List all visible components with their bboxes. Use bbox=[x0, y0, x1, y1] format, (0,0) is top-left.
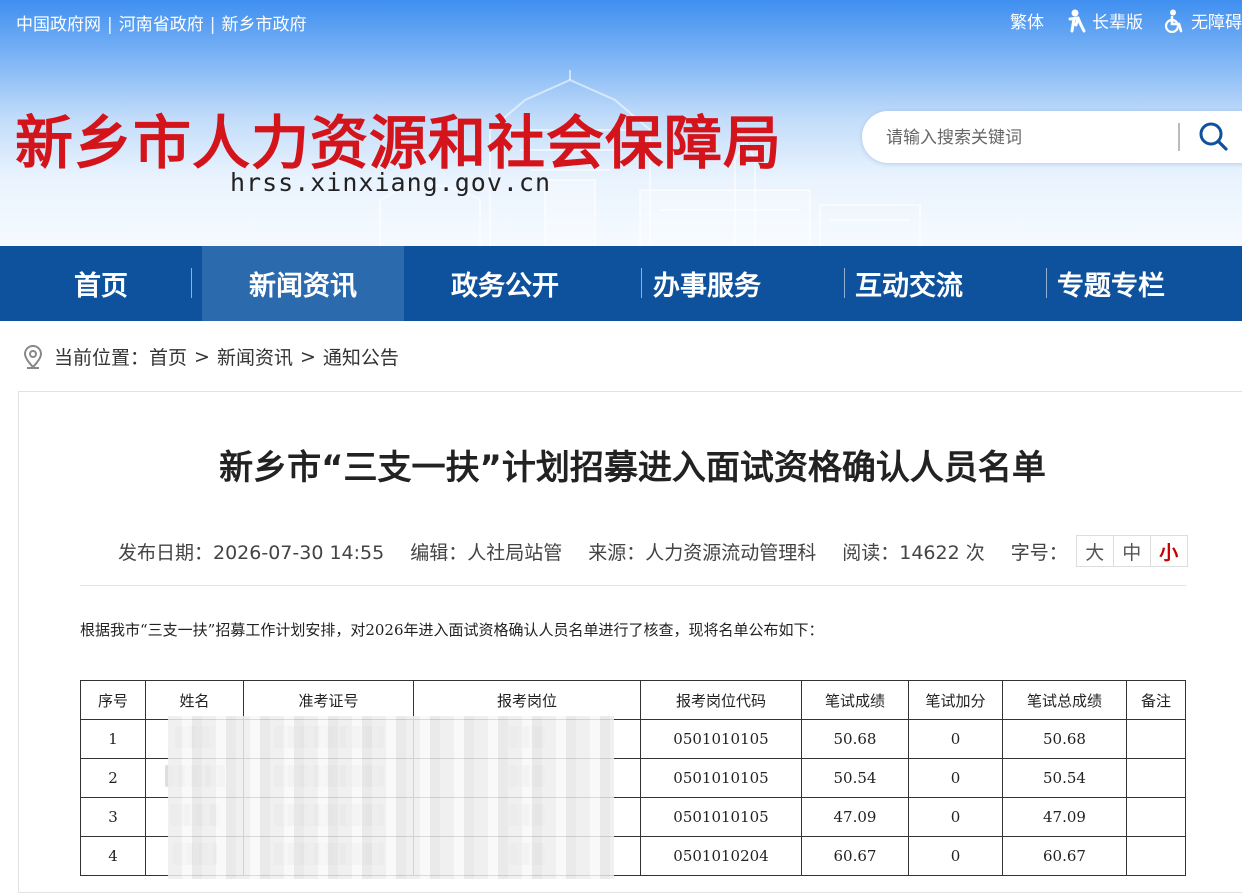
location-pin-icon bbox=[23, 344, 43, 369]
search-input[interactable] bbox=[884, 123, 1168, 153]
font-size-large[interactable]: 大 bbox=[1077, 536, 1114, 566]
col-header: 准考证号 bbox=[243, 680, 414, 720]
source: 来源：人力资源流动管理科 bbox=[588, 541, 817, 564]
cell-post-code: 0501010105 bbox=[640, 797, 802, 837]
article-meta: 发布日期：2026-07-30 14:55 编辑：人社局站管 来源：人力资源流动… bbox=[118, 535, 1188, 567]
cell-total: 47.09 bbox=[1002, 797, 1127, 837]
nav-divider bbox=[191, 268, 192, 298]
table-row: 3 0501010105 47.09 0 47.09 bbox=[80, 797, 1186, 837]
header-banner: 中国政府网 | 河南省政府 | 新乡市政府 繁体 长辈版 无障碍 新乡市人力资源和社会保… bbox=[0, 0, 1242, 246]
col-header: 报考岗位 bbox=[413, 680, 641, 720]
search-icon bbox=[1199, 122, 1228, 151]
cell-index: 4 bbox=[80, 836, 146, 876]
nav-gov-affairs[interactable]: 政务公开 bbox=[404, 246, 606, 321]
breadcrumb-notices[interactable]: 通知公告 bbox=[323, 343, 399, 370]
table-row: 2 0501010105 50.54 0 50.54 bbox=[80, 758, 1186, 798]
font-size-small[interactable]: 小 bbox=[1151, 536, 1187, 566]
cell-total: 60.67 bbox=[1002, 836, 1127, 876]
cell-post-redacted bbox=[413, 719, 641, 759]
nav-news[interactable]: 新闻资讯 bbox=[202, 246, 404, 321]
cell-index: 1 bbox=[80, 719, 146, 759]
cell-name-redacted bbox=[145, 836, 244, 876]
main-nav: 首页 新闻资讯 政务公开 办事服务 互动交流 专题专栏 bbox=[0, 246, 1242, 321]
top-link-gov[interactable]: 中国政府网 bbox=[16, 15, 101, 35]
cell-ticket-redacted bbox=[243, 836, 414, 876]
site-domain: hrss.xinxiang.gov.cn bbox=[230, 168, 552, 197]
cell-name-redacted bbox=[145, 719, 244, 759]
nav-topics[interactable]: 专题专栏 bbox=[1010, 246, 1212, 321]
cell-post-redacted bbox=[413, 758, 641, 798]
article-title: 新乡市“三支一扶”计划招募进入面试资格确认人员名单 bbox=[219, 448, 1046, 488]
top-links: 中国政府网 | 河南省政府 | 新乡市政府 bbox=[16, 15, 307, 35]
cell-ticket-redacted bbox=[243, 758, 414, 798]
breadcrumb-label: 当前位置： bbox=[54, 347, 150, 369]
cell-post-code: 0501010204 bbox=[640, 836, 802, 876]
table-row: 1 0501010105 50.68 0 50.68 bbox=[80, 719, 1186, 759]
top-right-tools: 繁体 长辈版 无障碍 bbox=[990, 8, 1242, 33]
search-divider bbox=[1178, 123, 1180, 151]
cell-score: 50.54 bbox=[801, 758, 909, 798]
cell-bonus: 0 bbox=[908, 797, 1003, 837]
cell-bonus: 0 bbox=[908, 758, 1003, 798]
breadcrumb: 当前位置： 首页 > 新闻资讯 > 通知公告 bbox=[22, 343, 399, 370]
col-header: 姓名 bbox=[145, 680, 244, 720]
accessible-mode-link[interactable]: 无障碍 bbox=[1163, 8, 1242, 33]
search-box bbox=[862, 111, 1242, 163]
font-size-medium[interactable]: 中 bbox=[1114, 536, 1151, 566]
search-button[interactable] bbox=[1196, 119, 1232, 155]
elder-person-icon bbox=[1068, 9, 1086, 32]
cell-post-redacted bbox=[413, 797, 641, 837]
cell-note bbox=[1126, 758, 1186, 798]
col-header: 报考岗位代码 bbox=[640, 680, 802, 720]
col-header: 笔试加分 bbox=[908, 680, 1003, 720]
cell-bonus: 0 bbox=[908, 836, 1003, 876]
font-size-switcher: 大 中 小 bbox=[1075, 535, 1188, 567]
elder-mode-link[interactable]: 长辈版 bbox=[1064, 8, 1143, 33]
cell-note bbox=[1126, 836, 1186, 876]
cell-name-redacted bbox=[145, 758, 244, 798]
cell-index: 2 bbox=[80, 758, 146, 798]
col-header: 笔试成绩 bbox=[801, 680, 909, 720]
cell-index: 3 bbox=[80, 797, 146, 837]
top-link-province[interactable]: 河南省政府 bbox=[119, 15, 204, 35]
table-header-row: 序号 姓名 准考证号 报考岗位 报考岗位代码 笔试成绩 笔试加分 笔试总成绩 备… bbox=[80, 680, 1186, 720]
col-header: 备注 bbox=[1126, 680, 1186, 720]
cell-bonus: 0 bbox=[908, 719, 1003, 759]
traditional-chinese-link[interactable]: 繁体 bbox=[1010, 8, 1044, 33]
nav-divider bbox=[641, 268, 642, 298]
cell-name-redacted bbox=[145, 797, 244, 837]
cell-ticket-redacted bbox=[243, 719, 414, 759]
cell-ticket-redacted bbox=[243, 797, 414, 837]
cell-score: 47.09 bbox=[801, 797, 909, 837]
col-header: 序号 bbox=[80, 680, 146, 720]
wheelchair-icon bbox=[1164, 9, 1183, 33]
cell-note bbox=[1126, 719, 1186, 759]
nav-divider bbox=[844, 268, 845, 298]
cell-post-code: 0501010105 bbox=[640, 758, 802, 798]
cell-score: 50.68 bbox=[801, 719, 909, 759]
table-row: 4 0501010204 60.67 0 60.67 bbox=[80, 836, 1186, 876]
cell-post-code: 0501010105 bbox=[640, 719, 802, 759]
editor: 编辑：人社局站管 bbox=[410, 541, 563, 564]
publish-date: 发布日期：2026-07-30 14:55 bbox=[118, 541, 385, 564]
cell-note bbox=[1126, 797, 1186, 837]
breadcrumb-news[interactable]: 新闻资讯 bbox=[217, 343, 293, 370]
nav-divider bbox=[1046, 268, 1047, 298]
top-link-city[interactable]: 新乡市政府 bbox=[221, 15, 306, 35]
candidate-table: 序号 姓名 准考证号 报考岗位 报考岗位代码 笔试成绩 笔试加分 笔试总成绩 备… bbox=[80, 680, 1186, 876]
nav-interaction[interactable]: 互动交流 bbox=[808, 246, 1010, 321]
cell-post-redacted bbox=[413, 836, 641, 876]
col-header: 笔试总成绩 bbox=[1002, 680, 1127, 720]
article-intro: 根据我市“三支一扶”招募工作计划安排，对2026年进入面试资格确认人员名单进行了… bbox=[80, 621, 824, 639]
nav-home[interactable]: 首页 bbox=[0, 246, 202, 321]
font-size-label: 字号： bbox=[1010, 541, 1068, 564]
breadcrumb-home[interactable]: 首页 bbox=[149, 343, 187, 370]
read-count: 阅读：14622 次 bbox=[842, 541, 985, 564]
cell-total: 50.54 bbox=[1002, 758, 1127, 798]
cell-score: 60.67 bbox=[801, 836, 909, 876]
nav-services[interactable]: 办事服务 bbox=[606, 246, 808, 321]
divider bbox=[80, 585, 1186, 586]
cell-total: 50.68 bbox=[1002, 719, 1127, 759]
